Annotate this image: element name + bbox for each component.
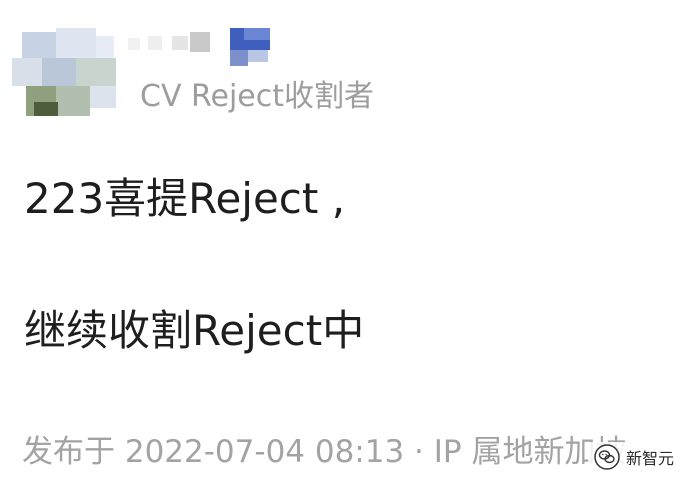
watermark-text: 新智元 (625, 449, 674, 468)
avatar[interactable] (12, 28, 116, 116)
pixelated-name-icon (128, 28, 270, 66)
post-body-line-1: 223喜提Reject , (24, 174, 346, 223)
wechat-logo-icon (594, 444, 620, 470)
author-name-pixelated (128, 28, 278, 68)
post-card: CV Reject收割者 223喜提Reject , 继续收割Reject中 发… (0, 0, 690, 494)
watermark: 新智元 (587, 442, 680, 472)
avatar-icon (12, 28, 116, 116)
author-name[interactable]: CV Reject收割者 (140, 79, 374, 115)
post-body-line-2: 继续收割Reject中 (24, 306, 365, 355)
post-meta: 发布于 2022-07-04 08:13 · IP 属地新加坡 (22, 434, 627, 470)
